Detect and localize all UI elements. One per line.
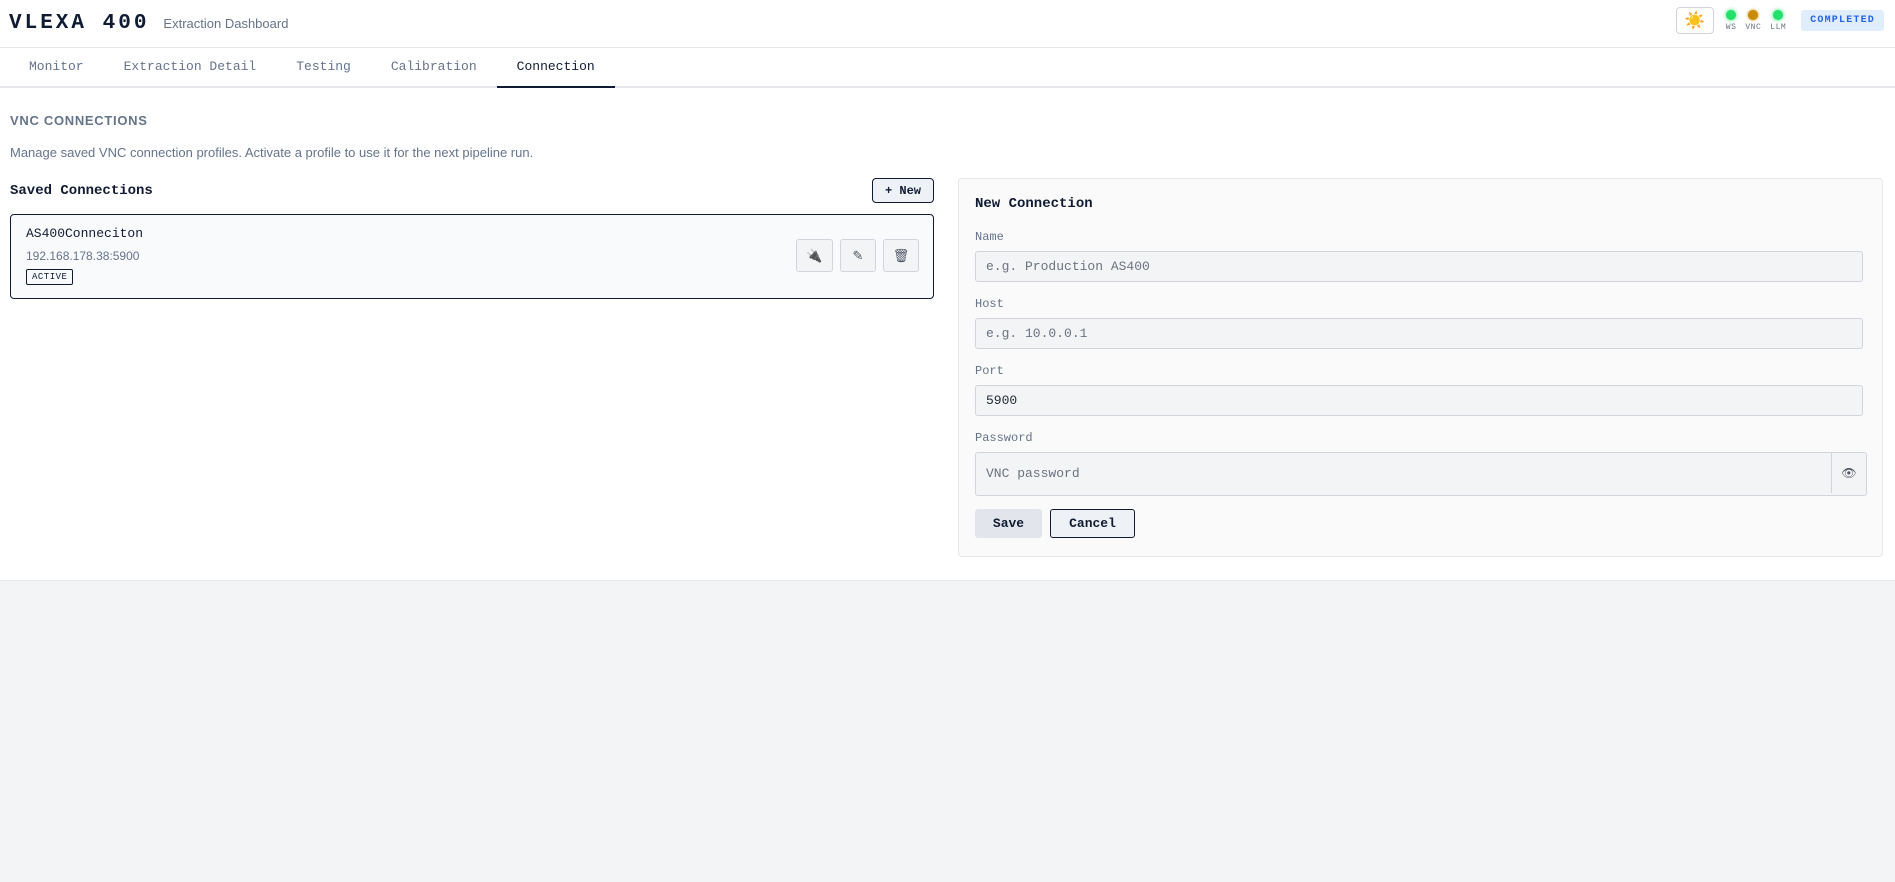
port-input[interactable] [975, 385, 1863, 416]
tab-connection[interactable]: Connection [496, 48, 615, 88]
tab-monitor[interactable]: Monitor [9, 48, 104, 86]
port-label: Port [975, 364, 1004, 378]
tab-calibration[interactable]: Calibration [371, 48, 497, 86]
new-connection-form: New Connection Name Host Port Password 👁… [958, 178, 1883, 557]
llm-status-dot [1773, 9, 1784, 20]
connection-name: AS400Conneciton [26, 226, 144, 241]
password-field: 👁 [975, 452, 1867, 496]
edit-icon: ✎ [852, 247, 864, 263]
host-input[interactable] [975, 318, 1863, 349]
sun-icon: ☀️ [1684, 10, 1706, 30]
saved-connections-header: Saved Connections + New [10, 178, 934, 203]
name-label: Name [975, 230, 1004, 244]
vnc-status-indicator: VNC [1745, 9, 1762, 32]
top-bar: VLEXA 400 Extraction Dashboard ☀️ WS VNC… [0, 0, 1895, 48]
show-password-button[interactable]: 👁 [1831, 453, 1866, 493]
password-input[interactable] [976, 453, 1830, 493]
host-label: Host [975, 297, 1004, 311]
section-description: Manage saved VNC connection profiles. Ac… [10, 145, 534, 160]
app-subtitle: Extraction Dashboard [163, 16, 289, 31]
connection-host: 192.168.178.38:5900 [26, 249, 140, 263]
new-connection-button[interactable]: + New [872, 178, 934, 203]
saved-connections-panel: Saved Connections + New AS400Conneciton … [10, 178, 934, 299]
saved-connections-title: Saved Connections [10, 182, 153, 199]
name-input[interactable] [975, 251, 1863, 282]
edit-connection-button[interactable]: ✎ [840, 239, 876, 272]
trash-icon: 🗑 [892, 247, 910, 263]
password-label: Password [975, 431, 1033, 445]
connection-card[interactable]: AS400Conneciton 192.168.178.38:5900 ACTI… [10, 214, 934, 299]
tab-testing[interactable]: Testing [276, 48, 371, 86]
delete-connection-button[interactable]: 🗑 [883, 239, 919, 272]
save-button[interactable]: Save [975, 509, 1042, 538]
vnc-status-label: VNC [1745, 22, 1762, 32]
ws-status-dot [1726, 9, 1737, 20]
form-title: New Connection [975, 196, 1093, 212]
active-badge: ACTIVE [26, 269, 74, 285]
eye-icon: 👁 [1841, 466, 1857, 480]
tab-extraction-detail[interactable]: Extraction Detail [104, 48, 277, 86]
activate-connection-button[interactable]: 🔌 [796, 239, 833, 272]
ws-status-label: WS [1725, 22, 1737, 32]
llm-status-label: LLM [1770, 22, 1787, 32]
form-actions: Save Cancel [975, 509, 1135, 538]
ws-status-indicator: WS [1725, 9, 1737, 32]
tab-bar: Monitor Extraction Detail Testing Calibr… [0, 48, 1895, 88]
cancel-button[interactable]: Cancel [1050, 509, 1135, 538]
plug-icon: 🔌 [806, 247, 823, 263]
app-container: VLEXA 400 Extraction Dashboard ☀️ WS VNC… [0, 0, 1895, 581]
brand-logo: VLEXA 400 [9, 12, 150, 35]
connection-actions: 🔌 ✎ 🗑 [796, 239, 919, 272]
header-controls: ☀️ WS VNC LLM COMPLETED [1675, 7, 1884, 34]
theme-toggle-button[interactable]: ☀️ [1675, 7, 1714, 34]
vnc-status-dot [1748, 9, 1759, 20]
section-title: VNC CONNECTIONS [10, 113, 148, 128]
status-badge: COMPLETED [1801, 10, 1884, 31]
llm-status-indicator: LLM [1770, 9, 1787, 32]
